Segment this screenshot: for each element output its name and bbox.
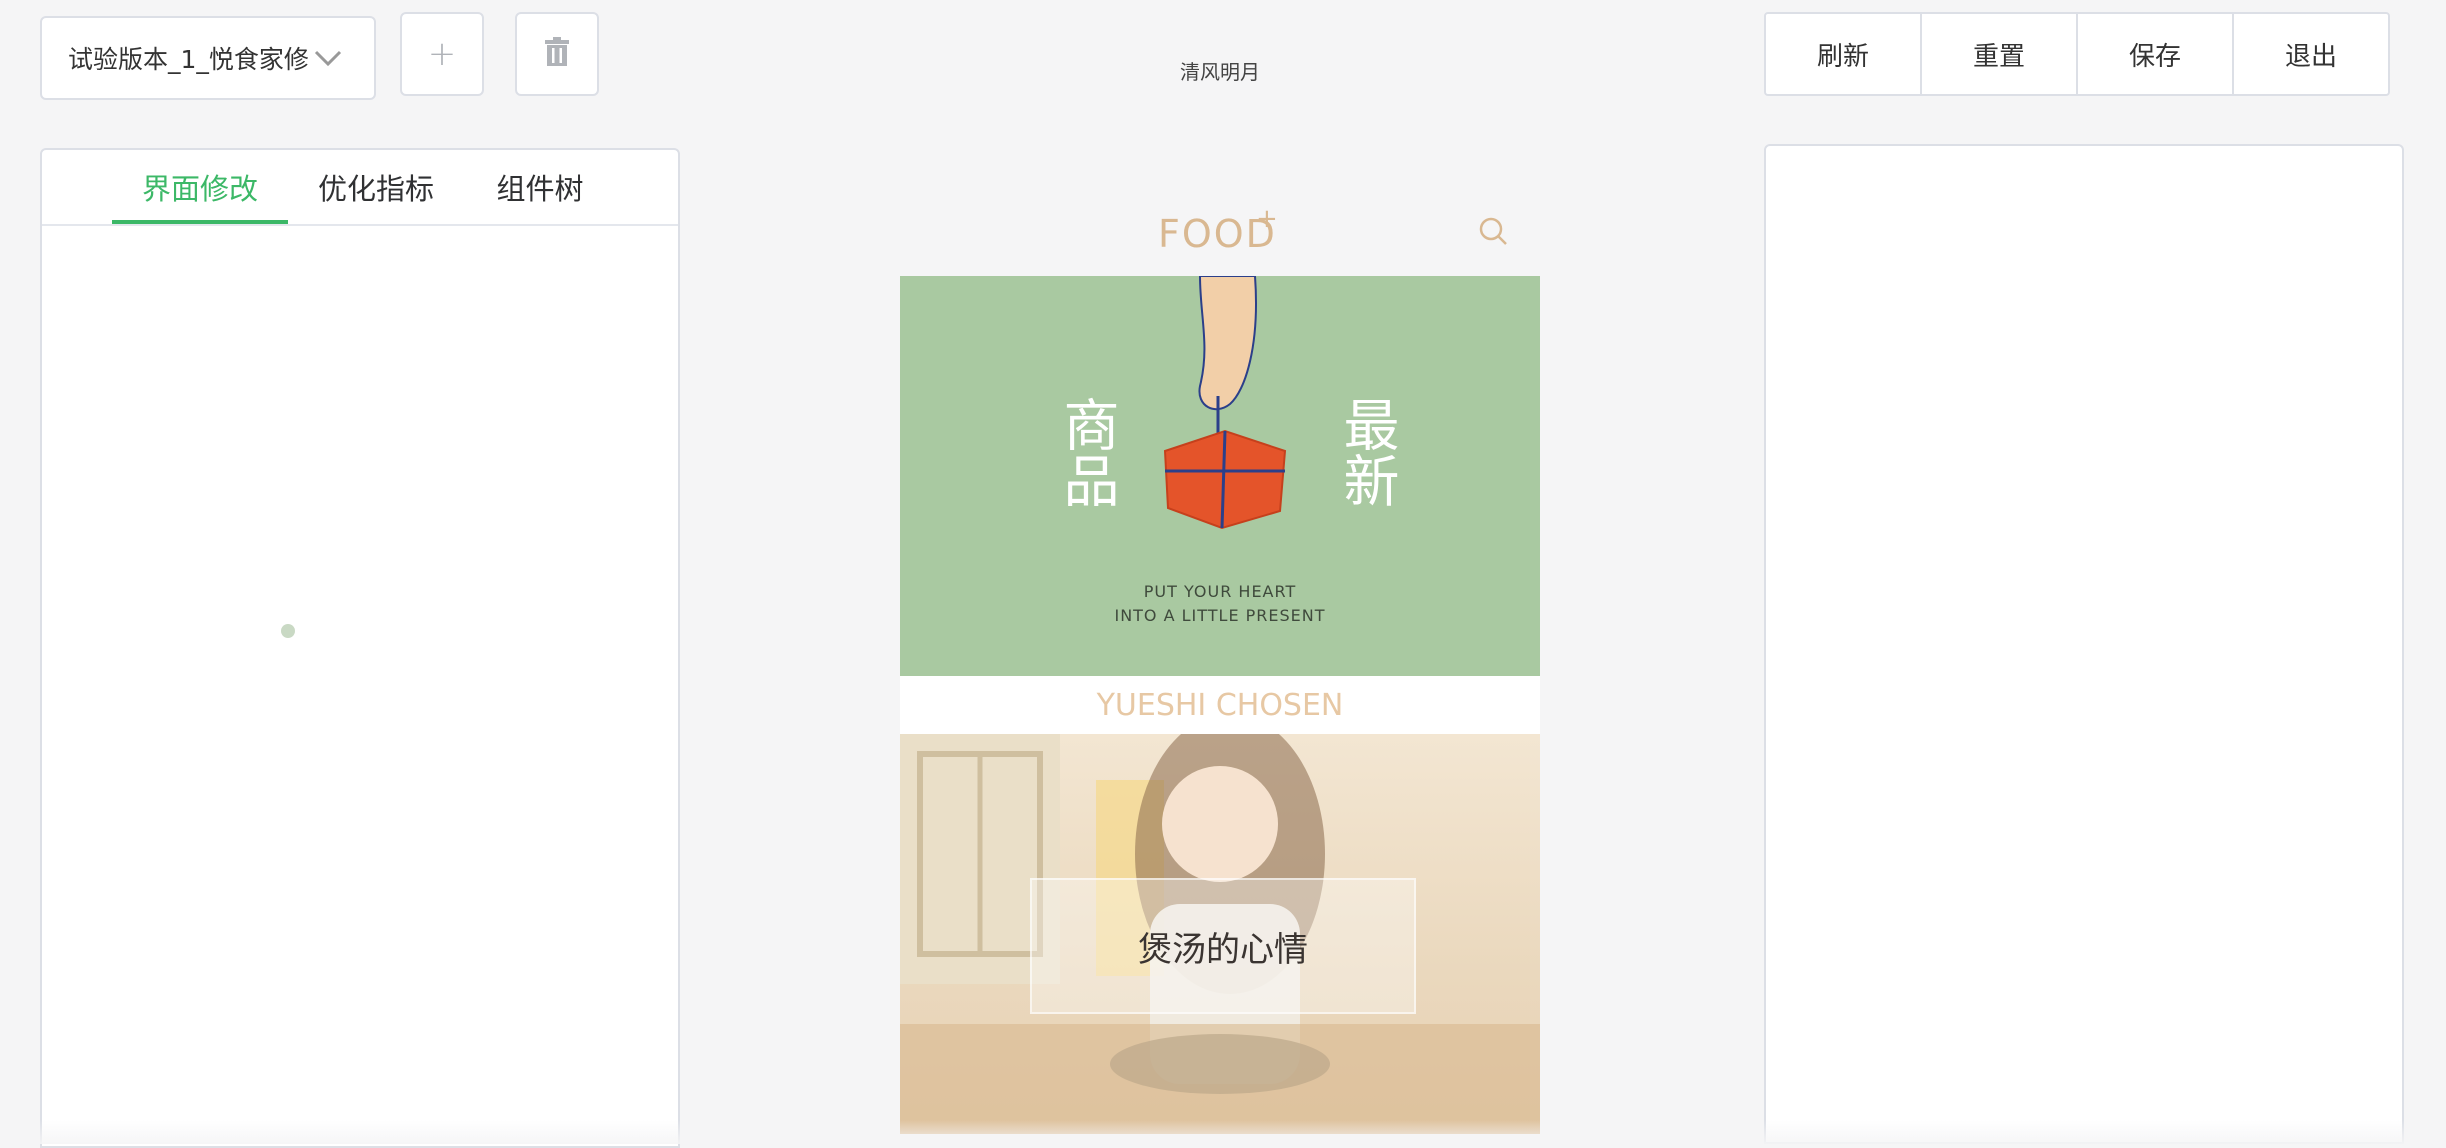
plus-icon: + [427,34,457,74]
add-version-button[interactable]: + [400,12,484,96]
refresh-button[interactable]: 刷新 [1766,14,1922,94]
right-panel [1764,144,2404,1144]
section-title: YUESHI CHOSEN [900,676,1540,734]
soup-mood-caption: 煲汤的心情 [1030,878,1416,1014]
delete-version-button[interactable] [515,12,599,96]
version-select[interactable]: 试验版本_1_悦食家修... [40,16,376,100]
tab-bar: 界面修改 优化指标 组件树 [42,150,678,226]
left-panel: 界面修改 优化指标 组件树 [40,148,680,1148]
version-select-value: 试验版本_1_悦食家修... [68,45,308,74]
search-icon[interactable] [1478,216,1510,252]
logo-mark: + [1256,204,1278,234]
chevron-down-icon [308,43,348,73]
banner-tagline-2: INTO A LITTLE PRESENT [1114,606,1326,625]
action-button-group: 刷新 重置 保存 退出 [1764,12,2390,96]
carousel-dot[interactable] [313,624,327,638]
bottom-fade [0,1120,2446,1144]
banner-tagline-1: PUT YOUR HEART [1143,582,1297,601]
tab-component-tree[interactable]: 组件树 [472,150,608,224]
reset-button[interactable]: 重置 [1922,14,2078,94]
carousel-dot[interactable] [345,624,359,638]
preview-header: FOOD + [900,196,1540,276]
carousel-dots [0,624,640,638]
carousel-dot[interactable] [249,624,263,638]
tab-ui-edit[interactable]: 界面修改 [112,150,288,224]
carousel-dot-active[interactable] [281,624,295,638]
carousel-dot[interactable] [377,624,391,638]
active-tab-indicator [112,220,288,224]
save-button[interactable]: 保存 [2078,14,2234,94]
page-title: 清风明月 [1180,60,1260,84]
tab-metrics[interactable]: 优化指标 [302,150,450,224]
trash-icon [542,36,572,72]
soup-mood-card[interactable]: 煲汤的心情 [900,734,1540,1134]
exit-button[interactable]: 退出 [2234,14,2388,94]
promo-banner[interactable]: 商品 最新 PUT YOUR HEART INTO A LITTLE PRESE… [900,276,1540,676]
